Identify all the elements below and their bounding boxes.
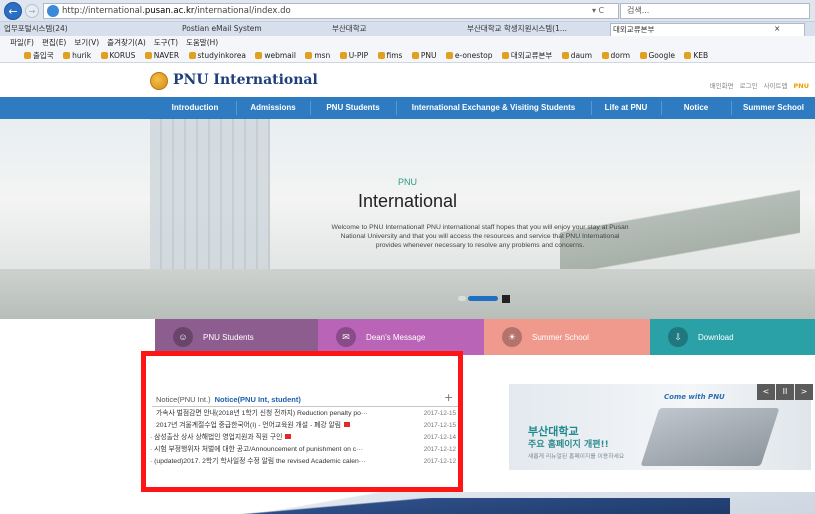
student-icon: ☺ [173,327,193,347]
pause-icon[interactable] [502,294,510,303]
slider-dot[interactable] [458,296,466,301]
back-icon: ← [8,4,18,18]
menu-file[interactable]: 파일(F) [10,38,34,47]
util-pnu-link[interactable]: PNU [794,82,809,90]
banner-description: 새롭게 리뉴얼된 홈페이지를 이용하세요 [528,454,625,460]
quick-pnu-students[interactable]: ☺ PNU Students [155,319,318,355]
banner-pause-button[interactable]: II [776,384,794,400]
menu-tools[interactable]: 도구(T) [154,38,178,47]
tab-postian[interactable]: Postian eMail System [180,23,320,36]
fav-item[interactable]: PNU [412,51,437,60]
message-icon: ✉ [336,327,356,347]
fav-item[interactable]: hurik [63,51,91,60]
hero-title: International [357,191,458,211]
site-logo[interactable]: PNU International [173,72,318,88]
nav-introduction[interactable]: Introduction [155,97,235,119]
fav-item[interactable]: studyinkorea [189,51,246,60]
hero-floor-decoration [0,269,815,319]
nav-notice[interactable]: Notice [662,97,730,119]
slider-dot-active[interactable] [468,296,498,301]
fav-item[interactable]: e-onestop [446,51,493,60]
menu-view[interactable]: 보기(V) [74,38,99,47]
nav-admissions[interactable]: Admissions [237,97,309,119]
url-subdomain: international. [88,6,145,16]
quick-label: Download [698,332,734,342]
tab-student-support[interactable]: 부산대학교 학생지원시스템(1... [465,23,605,36]
url-domain: pusan.ac.kr [144,6,195,16]
nav-exchange[interactable]: International Exchange & Visiting Studen… [397,97,590,119]
nav-life-at-pnu[interactable]: Life at PNU [592,97,660,119]
highlight-frame [141,351,463,492]
refresh-button[interactable]: ▾ C [592,6,604,15]
quick-deans-message[interactable]: ✉ Dean's Message [318,319,484,355]
url-path: /international/index.do [194,6,291,16]
url-prefix: http:// [62,6,89,16]
fav-item[interactable]: dorm [602,51,631,60]
pnu-logo-icon[interactable] [150,72,168,90]
banner-logo: Come with PNU [664,393,725,401]
quick-label: Summer School [532,332,589,342]
menu-bar: 파일(F) 편집(E) 보기(V) 즐겨찾기(A) 도구(T) 도움말(H) [0,36,815,49]
menu-help[interactable]: 도움말(H) [186,38,218,47]
menu-favorites[interactable]: 즐겨찾기(A) [107,38,146,47]
fav-item[interactable]: KORUS [101,51,136,60]
utility-links: 배인화면 로그인 사이트맵 PNU [704,80,809,90]
fav-item[interactable]: fims [378,51,403,60]
hero-banner [0,119,815,319]
fav-item[interactable]: Google [640,51,675,60]
laptop-image [640,408,780,466]
fav-item[interactable]: U-PIP [340,51,368,60]
download-icon: ⇩ [668,327,688,347]
close-tab-icon[interactable]: × [772,23,792,36]
quick-label: Dean's Message [366,332,426,342]
favorites-bar: 출입국 hurik KORUS NAVER studyinkorea webma… [0,49,815,63]
fav-item[interactable]: NAVER [145,51,179,60]
quick-summer-school[interactable]: ☀ Summer School [484,319,650,355]
site-header [0,63,815,96]
fav-item[interactable]: daum [562,51,592,60]
back-button[interactable]: ← [4,2,22,20]
util-sitemap-link[interactable]: 사이트맵 [764,82,788,90]
menu-edit[interactable]: 편집(E) [42,38,66,47]
forward-button[interactable]: → [25,4,39,18]
fav-item[interactable]: KEB [684,51,708,60]
tab-portal[interactable]: 업무포털시스템(24) [2,23,172,36]
util-login-link[interactable]: 로그인 [740,82,758,90]
banner-subtitle: 주요 홈페이지 개편!! [528,440,609,450]
quick-download[interactable]: ⇩ Download [650,319,815,355]
browser-search-input[interactable]: 검색... [620,3,810,19]
banner-prev-button[interactable]: < [757,384,775,400]
banner-next-button[interactable]: > [795,384,813,400]
ie-icon [47,5,59,17]
slider-controls [458,294,510,303]
hero-subtitle: PNU [397,177,417,187]
forward-icon: → [28,6,36,16]
quick-label: PNU Students [203,332,254,342]
nav-summer-school[interactable]: Summer School [732,97,815,119]
nav-pnu-students[interactable]: PNU Students [311,97,395,119]
tab-pnu[interactable]: 부산대학교 [330,23,460,36]
util-home-link[interactable]: 배인화면 [710,82,734,90]
fav-item[interactable]: 출입국 [24,51,54,60]
sun-icon: ☀ [502,327,522,347]
fav-item[interactable]: msn [305,51,330,60]
fav-item[interactable]: webmail [255,51,296,60]
url-input[interactable]: http://international.pusan.ac.kr/interna… [43,3,619,19]
hero-welcome-text: Welcome to PNU International! PNU intern… [331,224,629,249]
fav-item[interactable]: 대외교류본부 [502,51,552,60]
footer-stripe [90,498,730,514]
